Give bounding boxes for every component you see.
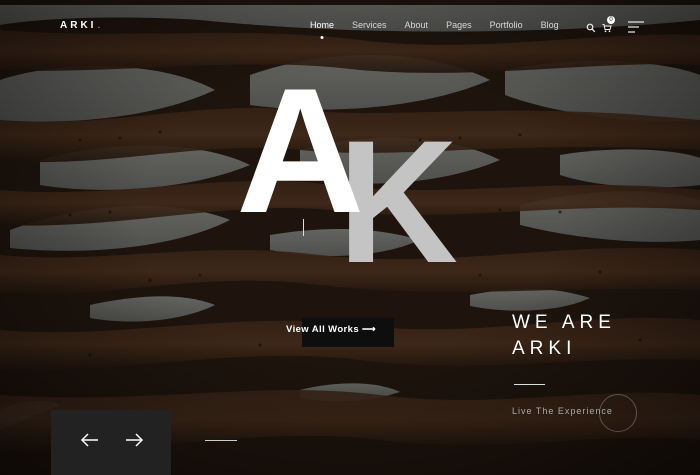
slide-progress-line [205, 440, 237, 441]
brand-name: ARKI [60, 20, 97, 31]
hero-tagline: WE ARE ARKI [512, 310, 616, 362]
arrow-right-icon[interactable] [124, 433, 144, 447]
nav-item-blog[interactable]: Blog [541, 20, 559, 30]
nav-item-home[interactable]: Home [310, 20, 334, 30]
text-cursor-line [303, 219, 304, 236]
brand-dot: . [97, 20, 101, 31]
hero-background-image [0, 0, 700, 475]
tagline-divider [514, 384, 545, 385]
cart-count-badge: 0 [607, 16, 615, 24]
main-navigation: Home Services About Pages Portfolio Blog [310, 20, 577, 30]
nav-item-services[interactable]: Services [352, 20, 387, 30]
view-all-works-button[interactable]: View All Works ⟶ [286, 318, 394, 347]
slider-controls [51, 410, 171, 475]
nav-item-pages[interactable]: Pages [446, 20, 472, 30]
nav-item-portfolio[interactable]: Portfolio [490, 20, 523, 30]
hero-section [0, 0, 700, 475]
brand-logo[interactable]: ARKI. [60, 20, 100, 31]
search-icon[interactable] [586, 20, 596, 33]
menu-icon[interactable] [628, 20, 644, 33]
hero-subtagline: Live The Experience [512, 406, 613, 416]
nav-item-about[interactable]: About [405, 20, 429, 30]
view-all-works-label: View All Works ⟶ [286, 324, 377, 335]
tagline-line-2: ARKI [512, 338, 577, 359]
arrow-left-icon[interactable] [80, 433, 100, 447]
tagline-line-1: WE ARE [512, 312, 616, 333]
